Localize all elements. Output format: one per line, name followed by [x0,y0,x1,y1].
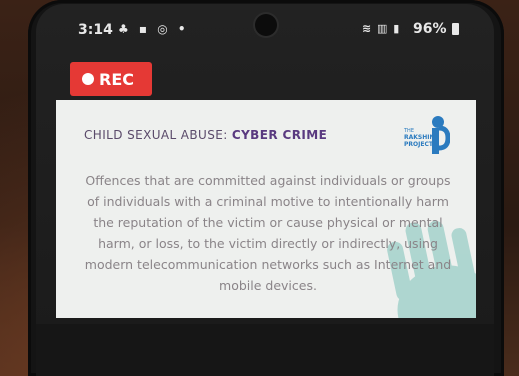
notification-icons: ♣ ▪ ◎ • [118,22,189,36]
front-camera [255,14,277,36]
status-bar: 3:14 ♣ ▪ ◎ • ≋ ▥ ▮ 96% [36,4,494,50]
screen-bottom [36,324,494,376]
logo-text-3: PROJECT [404,141,434,148]
rec-badge[interactable]: REC [70,62,152,96]
signal-wifi-icons: ≋ ▥ ▮ [362,22,401,35]
phone-screen: 3:14 ♣ ▪ ◎ • ≋ ▥ ▮ 96% REC CHILD SEXUAL … [36,4,494,376]
status-time: 3:14 [78,22,113,38]
heading-prefix: CHILD SEXUAL ABUSE: [84,128,232,142]
card-heading: CHILD SEXUAL ABUSE: CYBER CRIME [84,128,327,142]
logo-text-2: RAKSHIN [404,134,435,141]
battery-icon [452,23,459,35]
heading-strong: CYBER CRIME [231,128,328,142]
rakshin-project-logo-icon: THE RAKSHIN PROJECT [403,116,450,154]
battery-percentage: 96% [413,21,447,37]
rec-label: REC [99,70,134,89]
card-body-text: Offences that are committed against indi… [84,173,452,293]
record-dot-icon [82,73,94,85]
slide-card: CHILD SEXUAL ABUSE: CYBER CRIME THE RAKS… [56,100,476,318]
